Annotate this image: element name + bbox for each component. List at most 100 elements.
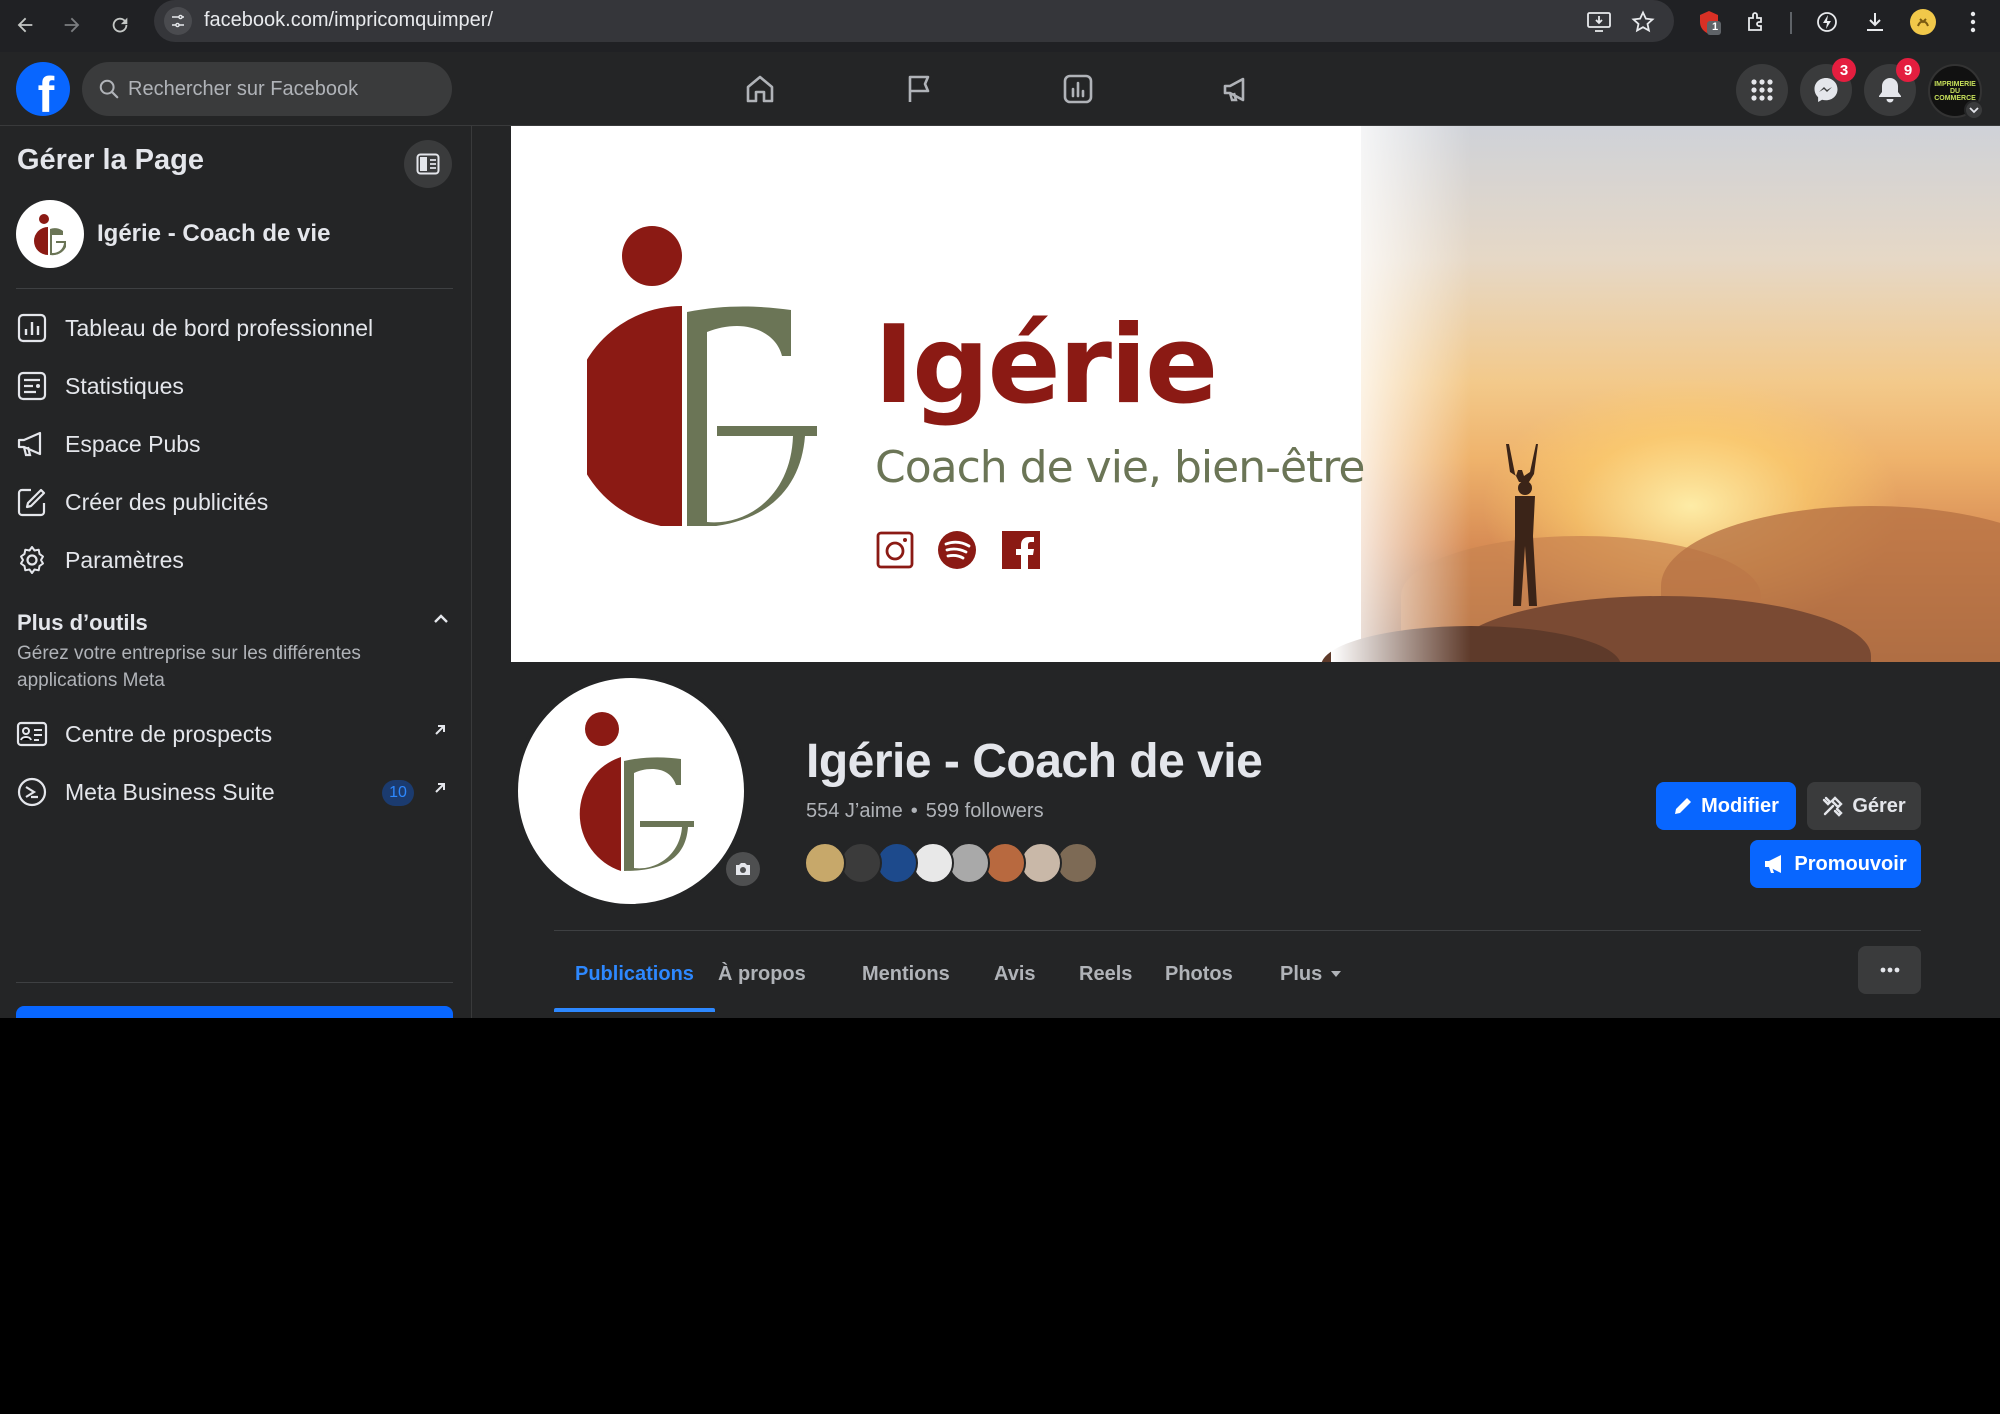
- chevron-down-icon: [1964, 100, 1984, 120]
- back-arrow-icon: [17, 17, 33, 33]
- browser-toolbar: facebook.com/impricomquimper/ 1: [0, 0, 2000, 52]
- sidebar-item-lead-center[interactable]: Centre de prospects: [12, 708, 458, 760]
- nav-home[interactable]: [690, 54, 830, 124]
- separator-dot: •: [910, 800, 918, 822]
- url-text[interactable]: facebook.com/impricomquimper/: [204, 9, 493, 32]
- follower-avatar[interactable]: [804, 842, 846, 884]
- facebook-social-icon: [1002, 531, 1040, 570]
- messenger-button[interactable]: 3: [1800, 58, 1856, 116]
- downloads-icon[interactable]: [1860, 7, 1890, 37]
- home-icon: [746, 75, 774, 103]
- edit-icon: [12, 487, 52, 517]
- browser-menu-icon[interactable]: [1958, 7, 1988, 37]
- site-info-icon[interactable]: [164, 7, 192, 35]
- search-input[interactable]: [128, 62, 438, 116]
- back-button[interactable]: [6, 6, 44, 44]
- camera-icon[interactable]: [726, 852, 760, 886]
- chart-icon: [1063, 74, 1093, 104]
- bookmark-star-icon[interactable]: [1630, 9, 1656, 35]
- sidebar-page-profile[interactable]: Igérie - Coach de vie: [16, 196, 456, 270]
- install-app-icon[interactable]: [1586, 9, 1612, 35]
- instagram-icon: [876, 531, 914, 569]
- followers-count[interactable]: 599 followers: [926, 800, 1044, 823]
- address-bar[interactable]: facebook.com/impricomquimper/: [154, 0, 1674, 42]
- megaphone-icon: [1765, 855, 1782, 873]
- sidebar-item-label: Meta Business Suite: [65, 778, 275, 805]
- meta-business-icon: [12, 776, 52, 808]
- more-options-button[interactable]: [1858, 946, 1921, 994]
- edit-button[interactable]: Modifier: [1656, 782, 1796, 830]
- sidebar-primary-button[interactable]: [16, 1006, 453, 1018]
- collapse-sidebar-button[interactable]: [404, 140, 452, 188]
- profile-picture[interactable]: [514, 674, 748, 908]
- tab-about[interactable]: À propos: [697, 938, 827, 1010]
- meta-business-badge: 10: [382, 780, 414, 806]
- nav-ads[interactable]: [1167, 54, 1307, 124]
- follower-avatar[interactable]: [912, 842, 954, 884]
- chevron-up-icon[interactable]: [432, 612, 450, 630]
- likes-count[interactable]: 554 J’aime: [806, 800, 903, 823]
- profile-avatar-icon[interactable]: [1908, 7, 1938, 37]
- igerie-logo-icon: [579, 712, 694, 871]
- apps-menu-button[interactable]: [1736, 64, 1788, 116]
- search-box[interactable]: [82, 62, 452, 116]
- bell-icon: [1879, 78, 1901, 103]
- sidebar-item-dashboard[interactable]: Tableau de bord professionnel: [12, 302, 458, 354]
- sidebar-item-label: Tableau de bord professionnel: [65, 314, 374, 341]
- facebook-logo-icon[interactable]: f: [16, 62, 70, 116]
- sidebar-item-insights[interactable]: Statistiques: [12, 360, 458, 412]
- follower-avatar[interactable]: [948, 842, 990, 884]
- gear-icon: [12, 545, 52, 575]
- tab-label: Publications: [575, 962, 694, 985]
- tab-more[interactable]: Plus: [1259, 938, 1363, 1010]
- sidebar-item-settings[interactable]: Paramètres: [12, 534, 458, 586]
- tab-reels[interactable]: Reels: [1058, 938, 1153, 1010]
- tab-label: Photos: [1165, 962, 1233, 985]
- page-title: Igérie - Coach de vie: [806, 735, 1263, 788]
- performance-icon[interactable]: [1812, 7, 1842, 37]
- sidebar-item-label: Créer des publicités: [65, 488, 269, 515]
- sidebar-item-label: Centre de prospects: [65, 720, 273, 747]
- notifications-button[interactable]: 9: [1864, 58, 1920, 116]
- more-tools-description: Gérez votre entreprise sur les différent…: [17, 643, 361, 691]
- follower-avatar[interactable]: [876, 842, 918, 884]
- extensions-puzzle-icon[interactable]: [1742, 7, 1772, 37]
- follower-avatar[interactable]: [1020, 842, 1062, 884]
- more-tools-heading: Plus d’outils: [17, 610, 148, 635]
- account-avatar[interactable]: IMPRIMERIE DU COMMERCE: [1928, 64, 1984, 120]
- facebook-header: f 3 9 IMPRIMERIE DU COMMERCE: [0, 52, 2000, 126]
- igerie-logo-icon: [34, 214, 66, 256]
- search-icon: [98, 78, 120, 100]
- nav-pages[interactable]: [849, 54, 989, 124]
- sidebar-item-ads-space[interactable]: Espace Pubs: [12, 418, 458, 470]
- ellipsis-icon: [1880, 967, 1899, 973]
- promote-button[interactable]: Promouvoir: [1750, 840, 1921, 888]
- manage-button-label: Gérer: [1852, 794, 1906, 817]
- follower-avatar[interactable]: [1056, 842, 1098, 884]
- sidebar-item-create-ads[interactable]: Créer des publicités: [12, 476, 458, 528]
- sidebar-item-label: Paramètres: [65, 546, 184, 573]
- external-link-icon: [432, 780, 448, 801]
- reload-button[interactable]: [101, 6, 139, 44]
- nav-insights[interactable]: [1008, 54, 1148, 124]
- tab-publications[interactable]: Publications: [554, 938, 715, 1012]
- extension-adblock-icon[interactable]: 1: [1694, 7, 1724, 37]
- sidebar-item-label: Statistiques: [65, 372, 184, 399]
- cover-photo[interactable]: Igérie Coach de vie, bien-être: [511, 126, 2000, 662]
- tab-reviews[interactable]: Avis: [973, 938, 1057, 1010]
- cover-fade: [1331, 126, 1471, 662]
- follower-avatar[interactable]: [984, 842, 1026, 884]
- page-avatar: [16, 200, 84, 268]
- tab-mentions[interactable]: Mentions: [841, 938, 971, 1010]
- tab-photos[interactable]: Photos: [1144, 938, 1254, 1010]
- toolbar-separator: [1790, 12, 1792, 34]
- messenger-badge: 3: [1832, 58, 1856, 82]
- manage-button[interactable]: Gérer: [1807, 782, 1921, 830]
- igerie-big-logo-icon: [587, 226, 817, 526]
- account-label: IMPRIMERIE DU COMMERCE: [1934, 80, 1976, 102]
- forward-button[interactable]: [53, 6, 91, 44]
- contact-card-icon: [12, 721, 52, 747]
- profile-header: Igérie Coach de vie, bien-être Igérie - …: [472, 126, 2000, 1018]
- person-silhouette-icon: [1506, 444, 1538, 606]
- follower-avatar[interactable]: [840, 842, 882, 884]
